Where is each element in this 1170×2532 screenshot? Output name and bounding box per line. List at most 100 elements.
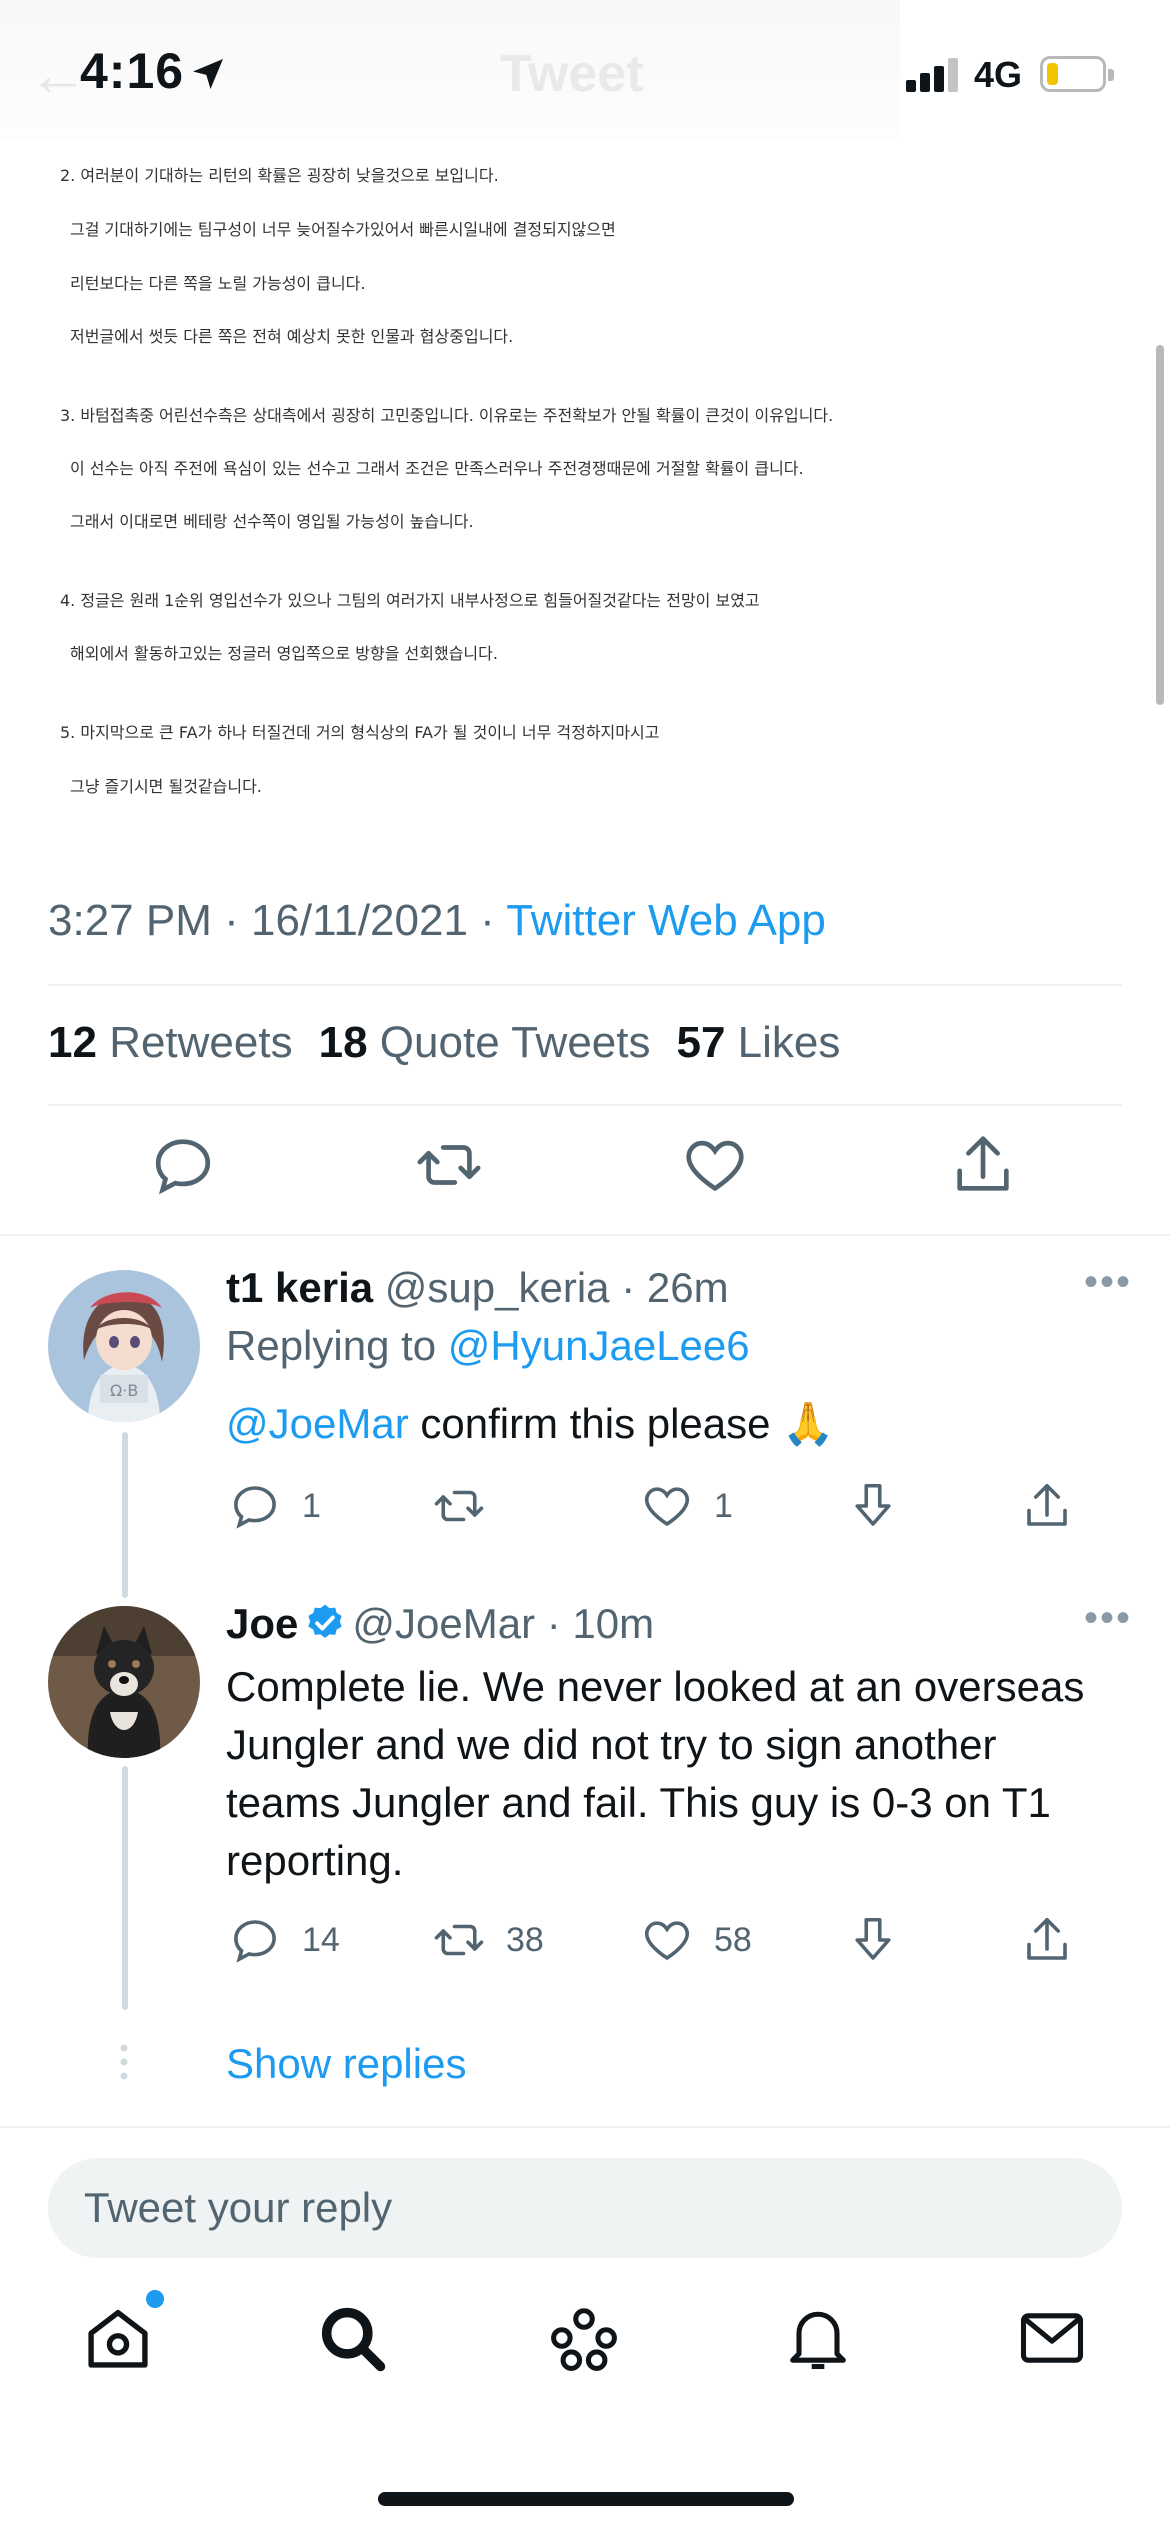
reply-input[interactable]	[48, 2158, 1122, 2258]
header-title: Tweet	[500, 45, 644, 103]
reply-text: @JoeMar confirm this please 🙏	[226, 1400, 835, 1447]
tab-notifications[interactable]	[780, 2300, 856, 2376]
downvote-arrow-icon	[855, 1483, 891, 1526]
replying-to-line: Replying to @HyunJaeLee6	[226, 1322, 750, 1369]
more-options-icon[interactable]: •••	[1084, 1596, 1132, 1641]
thread-line	[122, 1766, 128, 2010]
reply-time: 10m	[572, 1600, 655, 1647]
home-icon	[88, 2309, 148, 2368]
tab-messages[interactable]	[1014, 2300, 1090, 2376]
image-text-line: 리턴보다는 다른 쪽을 노릴 가능성이 큽니다.	[70, 274, 366, 293]
reply-icon	[234, 1920, 276, 1963]
notification-dot	[146, 2290, 164, 2308]
tweet-action-bar	[0, 1130, 1170, 1214]
divider	[0, 2126, 1170, 2128]
share-icon	[1027, 1917, 1067, 1960]
reply-author-line: t1 keria @sup_keria · 26m	[226, 1264, 729, 1311]
downvote-arrow-icon	[855, 1917, 891, 1960]
location-arrow-icon	[193, 59, 223, 89]
reply-icon	[155, 1139, 211, 1195]
heart-icon	[686, 1140, 744, 1192]
divider	[48, 984, 1122, 986]
show-replies-link[interactable]: Show replies	[226, 2040, 466, 2088]
image-text-line: 그걸 기대하기에는 팀구성이 너무 늦어질수가있어서 빠른시일내에 결정되지않으…	[70, 220, 616, 239]
like-button[interactable]: 58	[640, 1910, 752, 1970]
reply-time: 26m	[646, 1264, 729, 1311]
cellular-signal-icon	[906, 58, 958, 92]
image-text-line: 이 선수는 아직 주전에 욕심이 있는 선수고 그래서 조건은 만족스러우나 주…	[70, 459, 804, 478]
downvote-button[interactable]	[846, 1476, 920, 1536]
retweet-icon	[434, 1924, 484, 1956]
reply-icon	[234, 1486, 276, 1529]
status-bar: ← Tweet 4:16 4G	[0, 0, 1170, 150]
bell-icon	[790, 2311, 846, 2370]
reply-count: 14	[302, 1920, 340, 1959]
mention-link[interactable]: @JoeMar	[226, 1400, 409, 1447]
reply-composer[interactable]	[48, 2158, 1122, 2258]
tab-spaces[interactable]	[546, 2300, 622, 2376]
network-type: 4G	[974, 54, 1023, 95]
status-time: 4:16	[80, 43, 185, 99]
retweet-icon	[417, 1145, 481, 1185]
image-text-line: 그냥 즐기시면 될것같습니다.	[70, 777, 262, 796]
svg-text:Ω·B: Ω·B	[110, 1381, 138, 1400]
image-text-line: 그래서 이대로면 베테랑 선수쪽이 영입될 가능성이 높습니다.	[70, 512, 474, 531]
image-text-line: 저번글에서 썻듯 다른 쪽은 전혀 예상치 못한 인물과 협상중입니다.	[70, 327, 514, 346]
author-handle[interactable]: @JoeMar	[352, 1600, 535, 1647]
tweet-date: 16/11/2021	[250, 896, 468, 945]
image-text-line: 4. 정글은 원래 1순위 영입선수가 있으나 그팀의 여러가지 내부사정으로 …	[60, 591, 760, 610]
home-indicator	[378, 2492, 794, 2506]
reply-button[interactable]: 14	[228, 1910, 340, 1970]
avatar[interactable]: Ω·B	[48, 1270, 200, 1422]
like-count: 1	[714, 1486, 733, 1525]
reply-author-line: Joe @JoeMar · 10m	[226, 1600, 655, 1647]
like-button[interactable]	[680, 1130, 750, 1200]
reply-text: Complete lie. We never looked at an over…	[226, 1663, 1085, 1884]
share-button[interactable]	[1020, 1476, 1094, 1536]
retweet-button[interactable]	[432, 1476, 506, 1536]
tab-search[interactable]	[314, 2300, 390, 2376]
more-options-icon[interactable]: •••	[1084, 1260, 1132, 1305]
battery-level	[1047, 63, 1058, 85]
back-arrow-icon[interactable]: ←	[28, 40, 88, 109]
author-handle[interactable]: @sup_keria	[385, 1264, 610, 1311]
reply-count: 1	[302, 1486, 321, 1525]
retweets-stat[interactable]: 12 Retweets	[48, 1018, 293, 1068]
tab-home[interactable]	[80, 2290, 164, 2376]
share-icon	[1027, 1483, 1067, 1526]
author-name[interactable]: t1 keria	[226, 1264, 373, 1311]
replying-to-link[interactable]: @HyunJaeLee6	[448, 1322, 750, 1369]
spaces-icon	[551, 2308, 617, 2371]
author-name[interactable]: Joe	[226, 1600, 298, 1647]
retweet-button[interactable]: 38	[432, 1910, 544, 1970]
scrollbar[interactable]	[1156, 345, 1164, 705]
tweet-stats: 12 Retweets 18 Quote Tweets 57 Likes	[48, 1018, 840, 1068]
tweet-source-link[interactable]: Twitter Web App	[506, 896, 826, 945]
like-count: 58	[714, 1920, 752, 1959]
battery-icon	[1040, 56, 1114, 92]
share-button[interactable]	[1020, 1910, 1094, 1970]
reply-button[interactable]	[148, 1130, 218, 1200]
reply-button[interactable]: 1	[228, 1476, 321, 1536]
image-text-line: 해외에서 활동하고있는 정글러 영입쪽으로 방향을 선회했습니다.	[70, 644, 498, 663]
likes-stat[interactable]: 57 Likes	[676, 1018, 840, 1068]
retweet-button[interactable]	[414, 1130, 484, 1200]
thread-line	[122, 1432, 128, 1598]
like-button[interactable]: 1	[640, 1476, 733, 1536]
avatar[interactable]	[48, 1606, 200, 1758]
image-text-line: 2. 여러분이 기대하는 리턴의 확률은 굉장히 낮을것으로 보입니다.	[60, 166, 499, 185]
share-button[interactable]	[948, 1130, 1018, 1200]
image-text-line: 3. 바텀접촉중 어린선수측은 상대측에서 굉장히 고민중입니다. 이유로는 주…	[60, 406, 834, 425]
retweet-count: 38	[506, 1920, 544, 1959]
tweet-timestamp: 3:27 PM · 16/11/2021 · Twitter Web App	[48, 896, 826, 945]
heart-icon	[644, 1487, 690, 1527]
downvote-button[interactable]	[846, 1910, 920, 1970]
mail-icon	[1020, 2313, 1084, 2363]
heart-icon	[644, 1921, 690, 1961]
quote-tweets-stat[interactable]: 18 Quote Tweets	[319, 1018, 651, 1068]
dog-avatar-image	[48, 1606, 200, 1758]
vertical-dots-icon	[120, 2044, 128, 2080]
bottom-tab-bar	[0, 2290, 1170, 2420]
divider	[48, 1104, 1122, 1106]
anime-avatar-image: Ω·B	[48, 1270, 200, 1422]
